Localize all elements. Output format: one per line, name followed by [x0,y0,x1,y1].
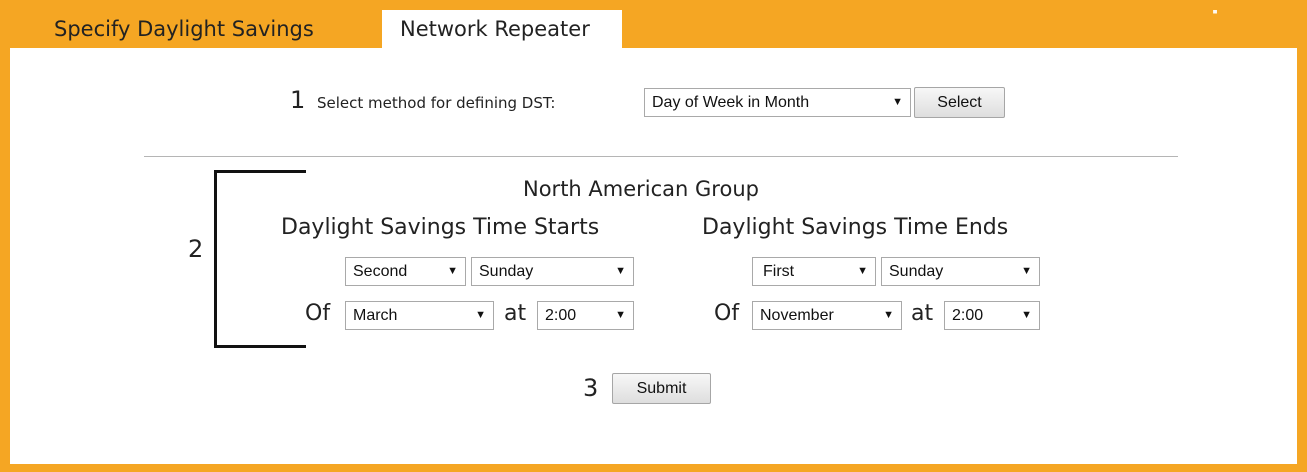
dst-end-week-select[interactable]: First ▼ [752,257,876,286]
dst-start-week-value: Second [353,263,408,280]
chevron-down-icon: ▼ [857,265,868,277]
dst-start-time-select[interactable]: 2:00 ▼ [537,301,634,330]
chevron-down-icon: ▼ [1021,265,1032,277]
dst-form: 1 Select method for defining DST: Day of… [10,48,1297,464]
chevron-down-icon: ▼ [615,265,626,277]
tab-network-repeater[interactable]: Network Repeater [382,10,622,48]
dst-starts-title: Daylight Savings Time Starts [281,215,600,240]
dst-method-value: Day of Week in Month [652,94,810,111]
tab-specify-daylight-savings[interactable]: Specify Daylight Savings [10,10,382,48]
chevron-down-icon: ▼ [1021,309,1032,321]
step-1-number: 1 [290,86,306,114]
step-3-number: 3 [583,374,599,402]
dst-end-at-label: at [911,301,934,326]
submit-button[interactable]: Submit [612,373,711,404]
dst-start-month-select[interactable]: March ▼ [345,301,494,330]
step-2-bracket [214,170,306,348]
dst-end-day-value: Sunday [889,263,944,280]
dst-end-month-select[interactable]: November ▼ [752,301,902,330]
select-button[interactable]: Select [914,87,1005,118]
dst-start-of-label: Of [305,301,331,326]
chevron-down-icon: ▼ [475,309,486,321]
dst-start-day-select[interactable]: Sunday ▼ [471,257,634,286]
chevron-down-icon: ▼ [615,309,626,321]
dst-end-time-value: 2:00 [952,307,984,324]
dst-ends-title: Daylight Savings Time Ends [702,215,1009,240]
dst-start-at-label: at [504,301,527,326]
dst-start-month-value: March [353,307,398,324]
dst-method-label: Select method for defining DST: [317,94,556,112]
dst-end-time-select[interactable]: 2:00 ▼ [944,301,1040,330]
dst-end-of-label: Of [714,301,740,326]
divider [144,156,1178,157]
dst-end-week-value: First [763,263,795,280]
dst-start-day-value: Sunday [479,263,534,280]
dst-start-time-value: 2:00 [545,307,577,324]
dst-start-week-select[interactable]: Second ▼ [345,257,466,286]
step-2-number: 2 [188,235,204,263]
dst-end-day-select[interactable]: Sunday ▼ [881,257,1040,286]
chevron-down-icon: ▼ [892,96,903,108]
chevron-down-icon: ▼ [447,265,458,277]
dst-method-select[interactable]: Day of Week in Month ▼ [644,88,911,117]
group-title: North American Group [523,177,759,201]
dst-end-month-value: November [760,307,834,324]
chevron-down-icon: ▼ [883,309,894,321]
